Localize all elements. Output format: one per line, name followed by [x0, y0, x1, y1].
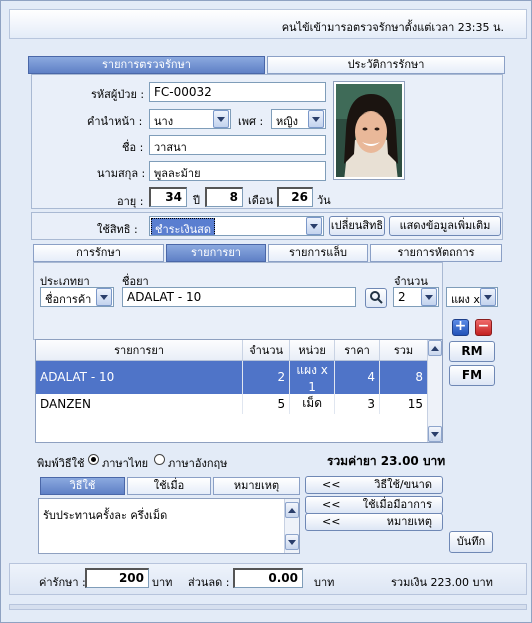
- surname-label: นามสกุล :: [97, 167, 146, 180]
- cell-price: 3: [334, 393, 381, 414]
- print-language-label: พิมพ์วิธีใช้: [37, 457, 85, 470]
- arrow-left-icon: <<: [322, 515, 341, 528]
- grand-total-text: รวมเงิน 223.00 บาท: [391, 576, 493, 589]
- cell-quantity: 5: [242, 393, 291, 414]
- change-rights-button[interactable]: เปลี่ยนสิทธิ: [329, 216, 385, 236]
- quantity-dropdown-icon[interactable]: [421, 288, 437, 306]
- rights-label: ใช้สิทธิ :: [97, 223, 138, 236]
- add-drug-button[interactable]: +: [452, 319, 469, 336]
- radio-thai[interactable]: [88, 454, 99, 465]
- save-button[interactable]: บันทึก: [449, 531, 493, 553]
- sex-dropdown-icon[interactable]: [308, 110, 324, 128]
- bottom-strip: [9, 604, 527, 610]
- status-header: คนไข้เข้ามารอตรวจรักษาตั้งแต่เวลา 23:35 …: [9, 9, 527, 39]
- drug-table-header: รายการยา จำนวน หน่วย ราคา รวม: [36, 340, 428, 361]
- surname-field[interactable]: พูลละม้าย: [149, 161, 326, 181]
- rights-select[interactable]: ชำระเงินสด: [149, 216, 324, 236]
- months-unit: เดือน: [248, 194, 274, 207]
- more-info-button[interactable]: แสดงข้อมูลเพิ่มเติม: [389, 216, 501, 236]
- usage-dosage-label: วิธีใช้/ขนาด: [374, 478, 432, 491]
- col-total[interactable]: รวม: [379, 340, 428, 361]
- drug-total-text: รวมค่ายา 23.00 บาท: [327, 454, 446, 468]
- cell-drug-name: DANZEN: [36, 393, 244, 414]
- tab-when[interactable]: ใช้เมื่อ: [127, 477, 211, 495]
- table-row[interactable]: ADALAT - 10 2 แผง x 1 4 8: [36, 360, 428, 394]
- age-years-field[interactable]: 34: [149, 187, 187, 207]
- rights-selected-value: ชำระเงินสด: [151, 218, 215, 235]
- cell-unit: เม็ด: [289, 393, 336, 414]
- col-drug-name[interactable]: รายการยา: [36, 340, 244, 361]
- col-unit[interactable]: หน่วย: [289, 340, 336, 361]
- radio-thai-label: ภาษาไทย: [102, 457, 149, 470]
- age-months-field[interactable]: 8: [205, 187, 243, 207]
- prefix-label: คำนำหน้า :: [87, 115, 143, 128]
- tab-drugs[interactable]: รายการยา: [166, 244, 266, 262]
- drug-search-button[interactable]: [365, 288, 387, 308]
- col-price[interactable]: ราคา: [334, 340, 381, 361]
- remarks-button[interactable]: << หมายเหตุ: [305, 513, 443, 531]
- drug-table-scrollbar[interactable]: [427, 340, 442, 442]
- days-unit: วัน: [317, 194, 331, 207]
- usage-scrollbar[interactable]: [284, 499, 299, 553]
- radio-english[interactable]: [154, 454, 165, 465]
- rm-button[interactable]: RM: [449, 341, 495, 362]
- patient-id-label: รหัสผู้ป่วย :: [91, 88, 145, 101]
- arrow-left-icon: <<: [322, 498, 341, 511]
- age-days-field[interactable]: 26: [277, 187, 313, 207]
- cell-total: 15: [379, 393, 428, 414]
- tab-examination[interactable]: รายการตรวจรักษา: [28, 56, 265, 74]
- years-unit: ปี: [193, 194, 200, 207]
- table-row[interactable]: DANZEN 5 เม็ด 3 15: [36, 393, 428, 414]
- fee-currency: บาท: [152, 576, 173, 589]
- usage-dosage-button[interactable]: << วิธีใช้/ขนาด: [305, 476, 443, 494]
- search-icon: [370, 291, 383, 304]
- cell-price: 4: [334, 360, 381, 394]
- tab-procedures[interactable]: รายการหัตถการ: [370, 244, 502, 262]
- age-label: อายุ :: [117, 195, 144, 208]
- remove-drug-button[interactable]: −: [475, 319, 492, 336]
- remarks-label: หมายเหตุ: [386, 515, 432, 528]
- prefix-dropdown-icon[interactable]: [213, 110, 229, 128]
- fee-label: ค่ารักษา :: [39, 576, 86, 589]
- name-label: ชื่อ :: [122, 141, 144, 154]
- discount-currency: บาท: [314, 576, 335, 589]
- discount-field[interactable]: 0.00: [233, 568, 303, 588]
- col-quantity[interactable]: จำนวน: [242, 340, 291, 361]
- patient-photo: [333, 81, 405, 180]
- scroll-up-icon[interactable]: [428, 340, 442, 356]
- unit-dropdown-icon[interactable]: [480, 288, 496, 306]
- usage-scroll-down-icon[interactable]: [285, 534, 299, 550]
- rights-dropdown-icon[interactable]: [306, 217, 322, 235]
- cell-quantity: 2: [242, 360, 291, 394]
- usage-scroll-up-icon[interactable]: [285, 502, 299, 518]
- name-field[interactable]: วาสนา: [149, 135, 326, 155]
- patient-photo-image: [336, 84, 402, 177]
- radio-english-label: ภาษาอังกฤษ: [168, 457, 228, 470]
- cell-unit: แผง x 1: [289, 360, 336, 394]
- patient-id-field[interactable]: FC-00032: [149, 82, 326, 102]
- drug-table: รายการยา จำนวน หน่วย ราคา รวม ADALAT - 1…: [35, 339, 443, 443]
- discount-label: ส่วนลด :: [188, 576, 230, 589]
- window: คนไข้เข้ามารอตรวจรักษาตั้งแต่เวลา 23:35 …: [0, 0, 532, 623]
- fm-button[interactable]: FM: [449, 365, 495, 386]
- usage-textarea[interactable]: รับประทานครั้งละ ครึ่งเม็ด: [38, 498, 300, 554]
- when-symptom-label: ใช้เมื่อมีอาการ: [362, 498, 432, 511]
- cell-drug-name: ADALAT - 10: [36, 360, 244, 394]
- fee-field[interactable]: 200: [85, 568, 149, 588]
- tab-treatment[interactable]: การรักษา: [33, 244, 164, 262]
- tab-history[interactable]: ประวัติการรักษา: [267, 56, 505, 74]
- cell-total: 8: [379, 360, 428, 394]
- usage-text: รับประทานครั้งละ ครึ่งเม็ด: [43, 509, 168, 522]
- sex-label: เพศ :: [238, 115, 264, 128]
- tab-remarks[interactable]: หมายเหตุ: [213, 477, 300, 495]
- scroll-down-icon[interactable]: [428, 426, 442, 442]
- when-symptom-button[interactable]: << ใช้เมื่อมีอาการ: [305, 496, 443, 514]
- drug-name-field[interactable]: ADALAT - 10: [122, 287, 356, 307]
- login-time-text: คนไข้เข้ามารอตรวจรักษาตั้งแต่เวลา 23:35 …: [281, 21, 504, 34]
- arrow-left-icon: <<: [322, 478, 341, 491]
- tab-usage[interactable]: วิธีใช้: [40, 477, 125, 495]
- tab-lab[interactable]: รายการแล็บ: [268, 244, 368, 262]
- drug-type-dropdown-icon[interactable]: [96, 288, 112, 306]
